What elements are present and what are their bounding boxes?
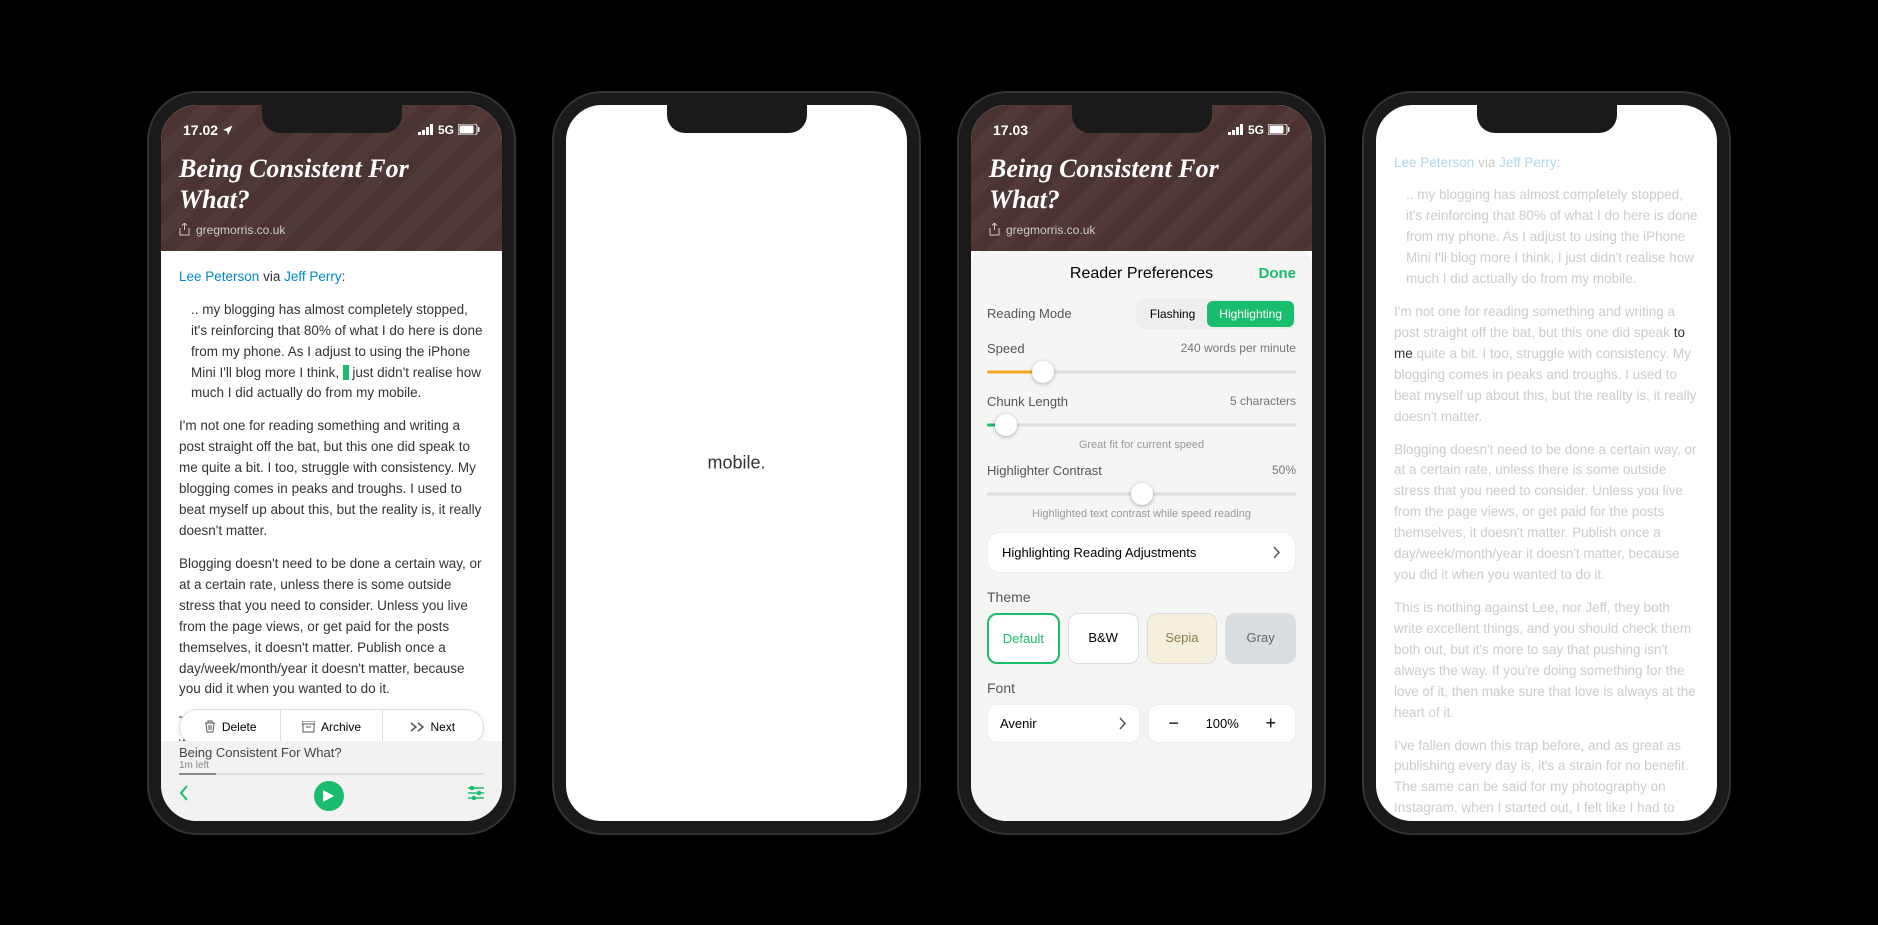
article-title: Being Consistent For What? [179,153,484,215]
theme-label: Theme [987,589,1296,605]
preferences-panel: Reader Preferences Done Reading Mode Fla… [971,251,1312,821]
theme-row: Default B&W Sepia Gray [987,613,1296,664]
player-bar: Being Consistent For What? 1m left [161,741,502,821]
flash-word: mobile. [707,452,765,473]
status-time: 17.03 [993,122,1028,138]
next-icon [410,722,424,732]
phone-flashing: mobile. [554,93,919,833]
player-controls [179,781,484,811]
paragraph: Blogging doesn't need to be done a certa… [1394,440,1699,586]
chunk-caption: Great fit for current speed [987,439,1296,451]
author-link-2[interactable]: Jeff Perry [1499,155,1557,170]
theme-gray[interactable]: Gray [1225,613,1296,664]
player-title: Being Consistent For What? [179,745,484,760]
status-time: 17.02 [183,122,218,138]
author-link-1[interactable]: Lee Peterson [1394,155,1474,170]
battery-icon [1268,124,1290,135]
play-button[interactable] [314,781,344,811]
highlighting-option[interactable]: Highlighting [1207,301,1294,327]
screen: 17.02 5G Being Consistent For What? greg… [161,105,502,821]
next-button[interactable]: Next [383,710,483,744]
trash-icon [204,720,216,733]
done-button[interactable]: Done [1259,265,1297,282]
chunk-slider[interactable] [987,415,1296,435]
signal-icon [418,124,434,135]
speed-value: 240 words per minute [1181,341,1296,355]
player-progress[interactable] [179,773,484,775]
reading-mode-label: Reading Mode [987,306,1072,321]
play-icon [323,790,334,802]
notch [262,105,402,133]
phone-highlighting: Lee Peterson via Jeff Perry: .. my blogg… [1364,93,1729,833]
archive-button[interactable]: Archive [281,710,382,744]
action-toolbar: Delete Archive Next [179,709,484,745]
speed-label: Speed [987,341,1025,356]
font-size-value: 100% [1198,716,1247,731]
delete-button[interactable]: Delete [180,710,281,744]
settings-button[interactable] [468,786,484,805]
font-size-stepper: − 100% + [1148,704,1296,743]
font-label: Font [987,680,1296,696]
font-row: Avenir − 100% + [987,704,1296,743]
phone-article: 17.02 5G Being Consistent For What? greg… [149,93,514,833]
increase-button[interactable]: + [1246,705,1295,742]
reading-mode-segment: Flashing Highlighting [1136,299,1296,329]
chevron-right-icon [1273,546,1281,559]
paragraph: Blogging doesn't need to be done a certa… [179,554,484,700]
paragraph: This is nothing against Lee, nor Jeff, t… [1394,598,1699,724]
phone-preferences: 17.03 5G Being Consistent For What? greg… [959,93,1324,833]
prefs-title: Reader Preferences [1070,265,1213,283]
author-link-2[interactable]: Jeff Perry [284,269,342,284]
chunk-label: Chunk Length [987,394,1068,409]
flashing-option[interactable]: Flashing [1138,301,1207,327]
theme-bw[interactable]: B&W [1068,613,1139,664]
blockquote: .. my blogging has almost completely sto… [179,300,484,405]
notch [667,105,807,133]
screen[interactable]: mobile. [566,105,907,821]
network-label: 5G [1248,123,1264,137]
paragraph: I'm not one for reading something and wr… [1394,302,1699,428]
theme-sepia[interactable]: Sepia [1147,613,1218,664]
paragraph: I'm not one for reading something and wr… [179,416,484,542]
author-link-1[interactable]: Lee Peterson [179,269,259,284]
network-label: 5G [438,123,454,137]
blockquote: .. my blogging has almost completely sto… [1394,185,1699,290]
chunk-value: 5 characters [1230,394,1296,408]
back-button[interactable] [179,785,189,806]
share-icon[interactable] [989,223,1000,236]
contrast-value: 50% [1272,463,1296,477]
notch [1477,105,1617,133]
archive-icon [302,721,315,733]
theme-default[interactable]: Default [987,613,1060,664]
paragraph: I've fallen down this trap before, and a… [1394,736,1699,821]
contrast-caption: Highlighted text contrast while speed re… [987,508,1296,520]
contrast-slider[interactable] [987,484,1296,504]
article-body[interactable]: Lee Peterson via Jeff Perry: .. my blogg… [1376,105,1717,821]
article-source: gregmorris.co.uk [179,223,484,237]
screen: 17.03 5G Being Consistent For What? greg… [971,105,1312,821]
chevron-left-icon [179,785,189,801]
share-icon[interactable] [179,223,190,236]
battery-icon [458,124,480,135]
player-subtitle: 1m left [179,760,484,771]
contrast-label: Highlighter Contrast [987,463,1102,478]
sliders-icon [468,786,484,800]
screen[interactable]: Lee Peterson via Jeff Perry: .. my blogg… [1376,105,1717,821]
speed-slider[interactable] [987,362,1296,382]
signal-icon [1228,124,1244,135]
adjustments-button[interactable]: Highlighting Reading Adjustments [987,532,1296,573]
font-select[interactable]: Avenir [987,704,1140,743]
notch [1072,105,1212,133]
location-icon [222,124,234,136]
decrease-button[interactable]: − [1149,705,1198,742]
article-source: gregmorris.co.uk [989,223,1294,237]
article-title: Being Consistent For What? [989,153,1294,215]
chevron-right-icon [1119,717,1127,730]
